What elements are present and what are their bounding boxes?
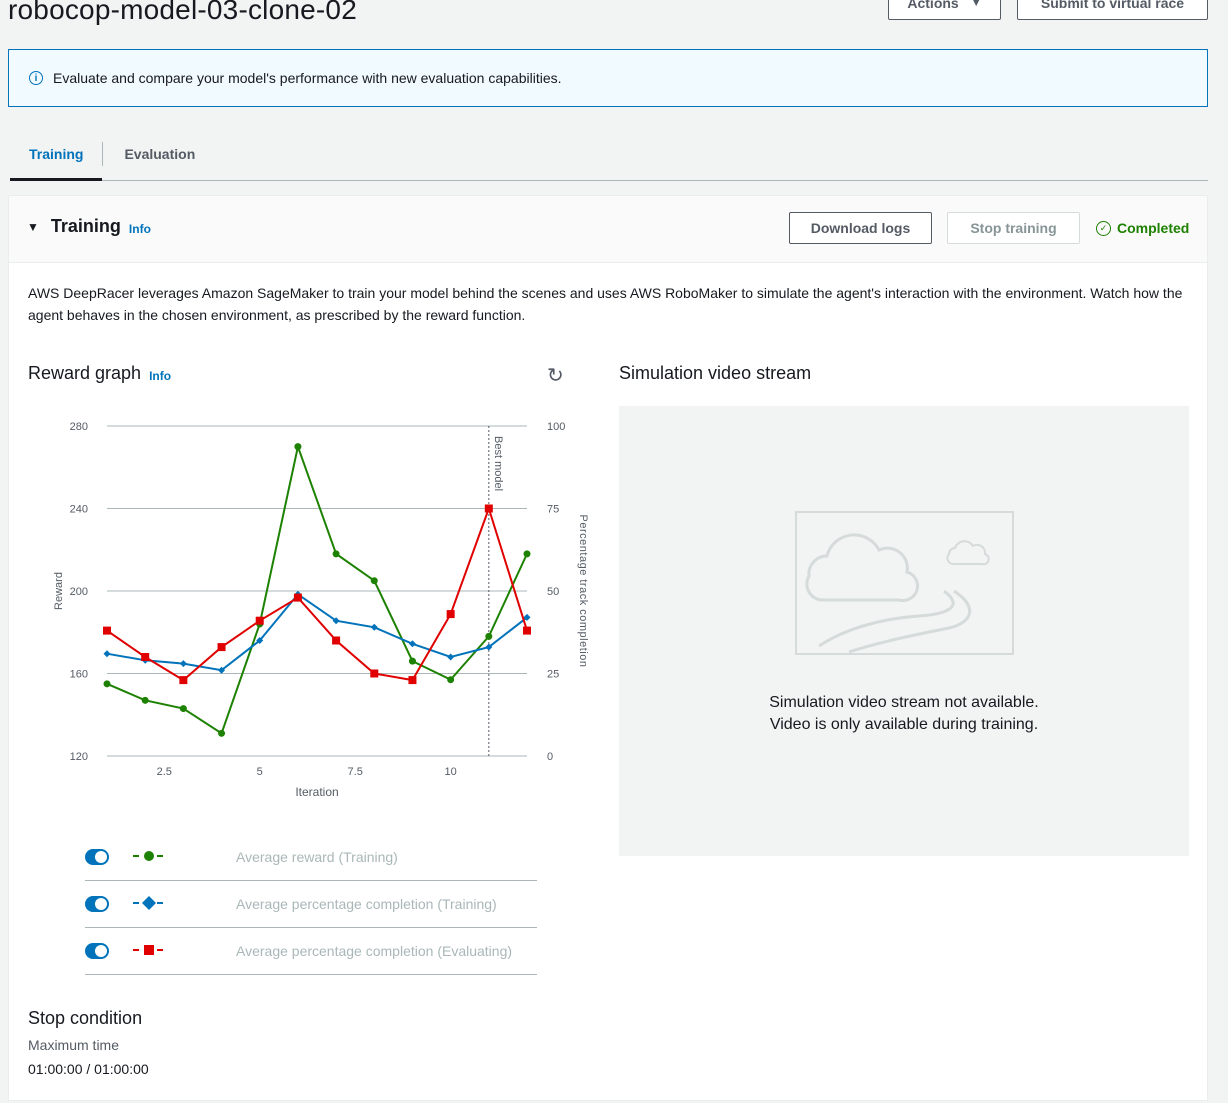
data-point-square [217, 643, 226, 652]
caret-down-icon: ▼ [27, 219, 39, 234]
series-line-diamond [106, 592, 528, 672]
caret-down-icon: ▼ [970, 0, 982, 9]
image-placeholder-icon [795, 511, 1014, 655]
toggle-completion-evaluating[interactable] [85, 943, 109, 959]
training-description: AWS DeepRacer leverages Amazon SageMaker… [28, 285, 1183, 323]
data-point-square [408, 676, 417, 685]
download-logs-button[interactable]: Download logs [789, 212, 932, 244]
legend-marker-square [133, 945, 165, 955]
banner-text: Evaluate and compare your model's perfor… [53, 70, 562, 86]
data-point-diamond [103, 650, 111, 658]
toggle-reward[interactable] [85, 849, 109, 865]
actions-button[interactable]: Actions ▼ [888, 0, 1001, 20]
status-text: Completed [1117, 220, 1190, 236]
y-tick-label: 160 [70, 669, 88, 681]
video-message-line2: Video is only available during training. [769, 716, 1039, 733]
data-point-circle [103, 680, 111, 688]
toggle-completion-training[interactable] [85, 896, 109, 912]
data-point-square [293, 593, 302, 602]
training-title: Training [50, 216, 121, 236]
y2-tick-label: 75 [547, 504, 559, 516]
stop-condition-title: Stop condition [28, 1008, 143, 1028]
refresh-icon[interactable]: ↻ [547, 363, 564, 388]
reward-graph-title: Reward graph [28, 363, 142, 383]
data-point-diamond [370, 623, 378, 631]
submit-virtual-race-button[interactable]: Submit to virtual race [1017, 0, 1208, 20]
training-panel-header: ▼ Training Info Download logs Stop train… [9, 196, 1207, 263]
data-point-circle [447, 676, 455, 684]
data-point-diamond [179, 660, 187, 668]
data-point-circle [332, 550, 340, 558]
tab-bar: Training Evaluation [10, 128, 1208, 181]
data-point-diamond [408, 640, 416, 648]
y-axis-label: Reward [53, 572, 65, 610]
legend-marker-circle [133, 851, 165, 861]
y2-tick-label: 0 [547, 751, 553, 763]
y2-tick-label: 100 [547, 421, 565, 433]
legend-label-reward: Average reward (Training) [236, 849, 398, 865]
data-point-circle [179, 705, 187, 713]
video-message-line1: Simulation video stream not available. [769, 694, 1039, 711]
data-point-circle [218, 729, 226, 737]
data-point-circle [370, 577, 378, 585]
info-circle-icon: i [29, 71, 43, 85]
training-toggle[interactable]: ▼ Training Info [27, 216, 151, 237]
reward-graph-chart: 120 160 200 240 280 0 25 50 75 100 2.5 5 7.5 10 Iterat… [53, 421, 588, 799]
data-point-circle [141, 696, 149, 704]
data-point-square [332, 636, 341, 645]
data-point-square [255, 616, 264, 625]
legend-row-reward: Average reward (Training) [85, 834, 537, 881]
x-tick-label: 10 [445, 766, 457, 778]
series-line-circle [106, 442, 528, 735]
x-axis-label: Iteration [295, 785, 338, 799]
tab-training[interactable]: Training [10, 128, 103, 181]
x-tick-label: 5 [257, 766, 263, 778]
legend-marker-diamond [133, 896, 165, 910]
best-model-label: Best model [492, 436, 504, 491]
y-tick-label: 200 [70, 586, 88, 598]
data-point-circle [523, 550, 531, 558]
data-point-square [446, 610, 455, 619]
data-point-diamond [447, 653, 455, 661]
y2-axis-label: Percentage track completion [577, 515, 588, 668]
data-point-square [103, 626, 111, 635]
legend-label-completion-evaluating: Average percentage completion (Evaluatin… [236, 943, 513, 959]
training-panel: ▼ Training Info Download logs Stop train… [8, 195, 1208, 1101]
data-point-square [370, 669, 379, 678]
tab-evaluation[interactable]: Evaluation [103, 128, 214, 179]
actions-label: Actions [907, 0, 959, 11]
stop-condition-value: 01:00:00 / 01:00:00 [28, 1061, 149, 1077]
data-point-square [141, 653, 150, 661]
legend-row-completion-training: Average percentage completion (Training) [85, 881, 537, 928]
data-point-square [484, 504, 493, 513]
video-placeholder: Simulation video stream not available. V… [619, 406, 1189, 856]
y-tick-label: 240 [70, 504, 88, 516]
video-unavailable-message: Simulation video stream not available. V… [619, 692, 1189, 736]
page-title: robocop-model-03-clone-02 [8, 0, 357, 25]
data-point-square [523, 626, 531, 635]
y2-tick-label: 50 [547, 586, 559, 598]
training-info-link[interactable]: Info [129, 222, 151, 236]
data-point-circle [408, 657, 416, 665]
y2-tick-label: 25 [547, 669, 559, 681]
check-circle-icon: ✓ [1096, 220, 1111, 236]
video-stream-title: Simulation video stream [619, 363, 812, 383]
info-banner: i Evaluate and compare your model's perf… [8, 49, 1208, 107]
data-point-circle [485, 632, 493, 640]
y-tick-label: 120 [70, 751, 88, 763]
reward-graph-info-link[interactable]: Info [149, 369, 171, 383]
data-point-square [179, 676, 188, 685]
legend-row-completion-evaluating: Average percentage completion (Evaluatin… [85, 928, 537, 975]
chart-legend: Average reward (Training) Average percen… [85, 834, 537, 975]
x-tick-label: 7.5 [348, 766, 363, 778]
x-tick-label: 2.5 [157, 766, 172, 778]
reward-graph-heading: Reward graph Info [28, 363, 171, 384]
y-tick-label: 280 [70, 421, 88, 433]
status-badge: ✓ Completed [1096, 220, 1189, 236]
stop-condition-label: Maximum time [28, 1037, 120, 1053]
stop-training-button[interactable]: Stop training [947, 212, 1080, 244]
data-point-circle [294, 443, 302, 451]
legend-label-completion-training: Average percentage completion (Training) [236, 896, 497, 912]
